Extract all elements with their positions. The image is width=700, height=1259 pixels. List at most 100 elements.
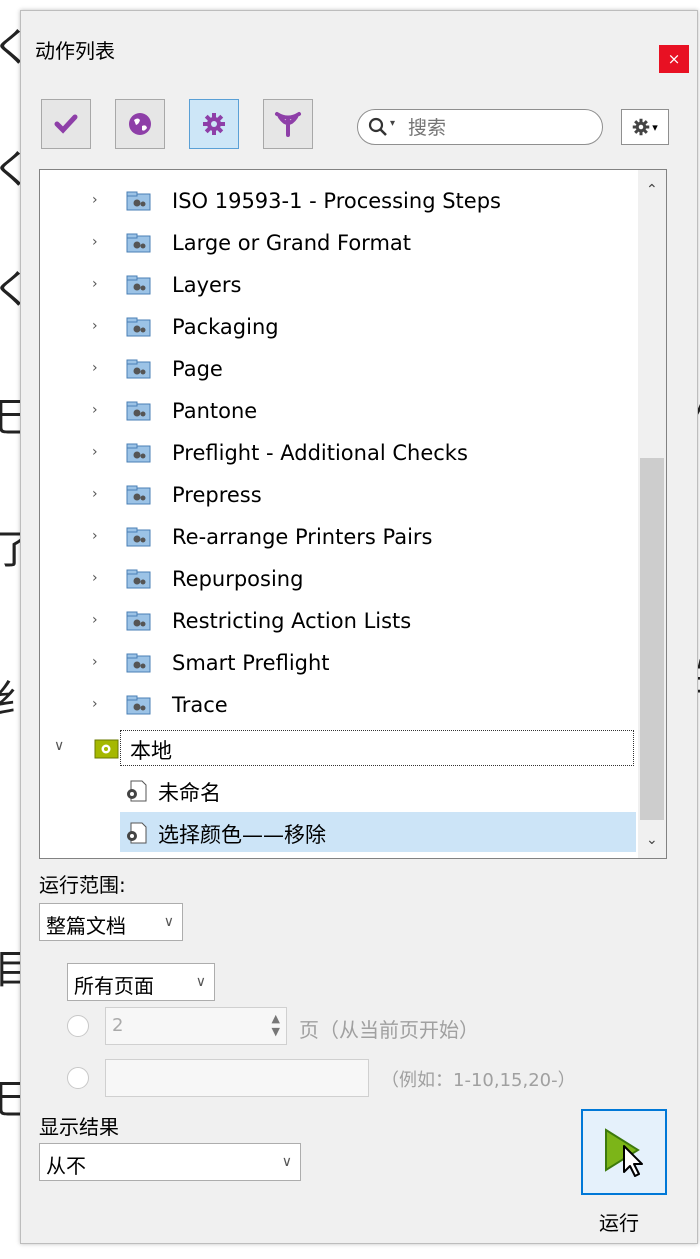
tree-item-label: Large or Grand Format [172,231,412,255]
run-label: 运行 [599,1211,639,1235]
action-folder-icon [126,485,152,510]
tree-item-label: Repurposing [172,567,304,591]
page-from-current-radio[interactable] [67,1015,89,1037]
tree-item-label: Packaging [172,315,279,339]
tree-item[interactable]: › Layers [40,266,640,306]
scrollbar-thumb[interactable] [640,458,664,820]
chevron-down-icon: ∨ [163,914,174,930]
chevron-right-icon[interactable]: › [92,528,98,544]
action-folder-icon [126,443,152,468]
checked-filter-button[interactable] [41,99,91,149]
page-range-radio[interactable] [67,1067,89,1089]
chevron-right-icon[interactable]: › [92,318,98,334]
spinner-icon[interactable]: ▲ ▼ [272,1012,280,1038]
action-folder-icon [126,611,152,636]
tree-item[interactable]: › Pantone [40,392,640,432]
tree-item[interactable]: › Repurposing [40,560,640,600]
tree-item[interactable]: › Trace [40,686,640,726]
page-range-field[interactable] [105,1059,369,1097]
action-document-icon [124,821,148,850]
search-icon [368,117,387,136]
chevron-right-icon[interactable]: › [92,276,98,292]
action-document-icon [124,779,148,808]
page-range-hint: （例如：1-10,15,20-） [381,1070,576,1091]
chevron-right-icon[interactable]: › [92,696,98,712]
tree-item-label: Pantone [172,399,258,423]
run-button[interactable] [581,1109,667,1195]
chevron-down-icon: ∨ [281,1154,292,1170]
tree-item[interactable]: › Large or Grand Format [40,224,640,264]
filter-icon [275,112,301,137]
tree-item-label: Page [172,357,223,381]
settings-menu-button[interactable]: ▾ [621,109,669,145]
title-bar: 动作列表 × [21,11,697,81]
check-icon [54,114,78,134]
action-list-dialog: 动作列表 × ▾ 搜索 ▾ 选择颜色——移除 未命名 ∨ 本地 › Trace … [20,10,698,1244]
action-folder-icon [126,359,152,384]
page-number-value: 2 [112,1015,124,1036]
chevron-down-icon[interactable]: ∨ [54,738,64,754]
search-options-caret-icon: ▾ [390,118,396,129]
tree-item-label: Prepress [172,483,262,507]
chevron-right-icon[interactable]: › [92,612,98,628]
gear-filter-button[interactable] [189,99,239,149]
play-cursor-icon [605,1128,643,1177]
search-box[interactable]: ▾ [357,109,603,145]
globe-filter-button[interactable] [115,99,165,149]
chevron-right-icon[interactable]: › [92,486,98,502]
show-results-dropdown[interactable]: 从不 ∨ [39,1143,301,1181]
settings-gear-icon [632,118,650,136]
tree-item[interactable]: › Prepress [40,476,640,516]
tree-item[interactable]: › Page [40,350,640,390]
scope-dropdown[interactable]: 整篇文档 ∨ [39,903,183,941]
pages-dropdown[interactable]: 所有页面 ∨ [67,963,215,1001]
action-folder-icon [126,569,152,594]
chevron-right-icon[interactable]: › [92,360,98,376]
chevron-right-icon[interactable]: › [92,192,98,208]
chevron-down-icon: ∨ [195,974,206,990]
tree-item-label: Layers [172,273,242,297]
action-tree[interactable]: 选择颜色——移除 未命名 ∨ 本地 › Trace › Smart Preflight › Res… [39,169,667,859]
chevron-down-icon: ▾ [652,120,658,134]
show-results-value: 从不 [46,1154,86,1178]
tree-item-label: Restricting Action Lists [172,609,412,633]
action-folder-icon [126,191,152,216]
tree-item[interactable]: › ISO 19593-1 - Processing Steps [40,182,640,222]
chevron-right-icon[interactable]: › [92,444,98,460]
action-folder-icon [126,233,152,258]
chevron-right-icon[interactable]: › [92,234,98,250]
tree-item[interactable]: › Preflight - Additional Checks [40,434,640,474]
pages-value: 所有页面 [74,974,154,998]
tree-item[interactable]: › Restricting Action Lists [40,602,640,642]
close-icon: × [667,50,681,68]
chevron-right-icon[interactable]: › [92,570,98,586]
search-input[interactable] [406,114,590,142]
gear-icon [203,113,225,135]
scroll-down-icon[interactable]: ⌄ [646,832,658,848]
focus-outline [120,730,634,766]
page-number-field[interactable]: 2 ▲ ▼ [105,1007,287,1045]
tree-item-label: ISO 19593-1 - Processing Steps [172,189,501,213]
page-suffix-label: 页（从当前页开始） [299,1018,479,1042]
tree-item[interactable]: › Packaging [40,308,640,348]
tree-item-label: 选择颜色——移除 [158,823,326,847]
vertical-scrollbar[interactable]: ⌃ ⌄ [638,170,666,858]
filter-button[interactable] [263,99,313,149]
tree-item-label: Re-arrange Printers Pairs [172,525,433,549]
close-button[interactable]: × [659,45,689,73]
action-folder-icon [126,527,152,552]
tree-item-label: 本地 [130,739,172,763]
action-folder-icon [126,695,152,720]
tree-item[interactable]: › Re-arrange Printers Pairs [40,518,640,558]
scroll-up-icon[interactable]: ⌃ [646,182,658,198]
tree-item[interactable]: › Smart Preflight [40,644,640,684]
tree-item[interactable]: 未命名 [40,770,640,810]
globe-icon [129,113,151,135]
tree-item[interactable]: ∨ 本地 [40,728,640,768]
tree-item[interactable]: 选择颜色——移除 [120,812,636,852]
chevron-right-icon[interactable]: › [92,402,98,418]
action-folder-icon [126,653,152,678]
tree-item-label: Preflight - Additional Checks [172,441,468,465]
chevron-right-icon[interactable]: › [92,654,98,670]
local-folder-icon [94,737,120,764]
